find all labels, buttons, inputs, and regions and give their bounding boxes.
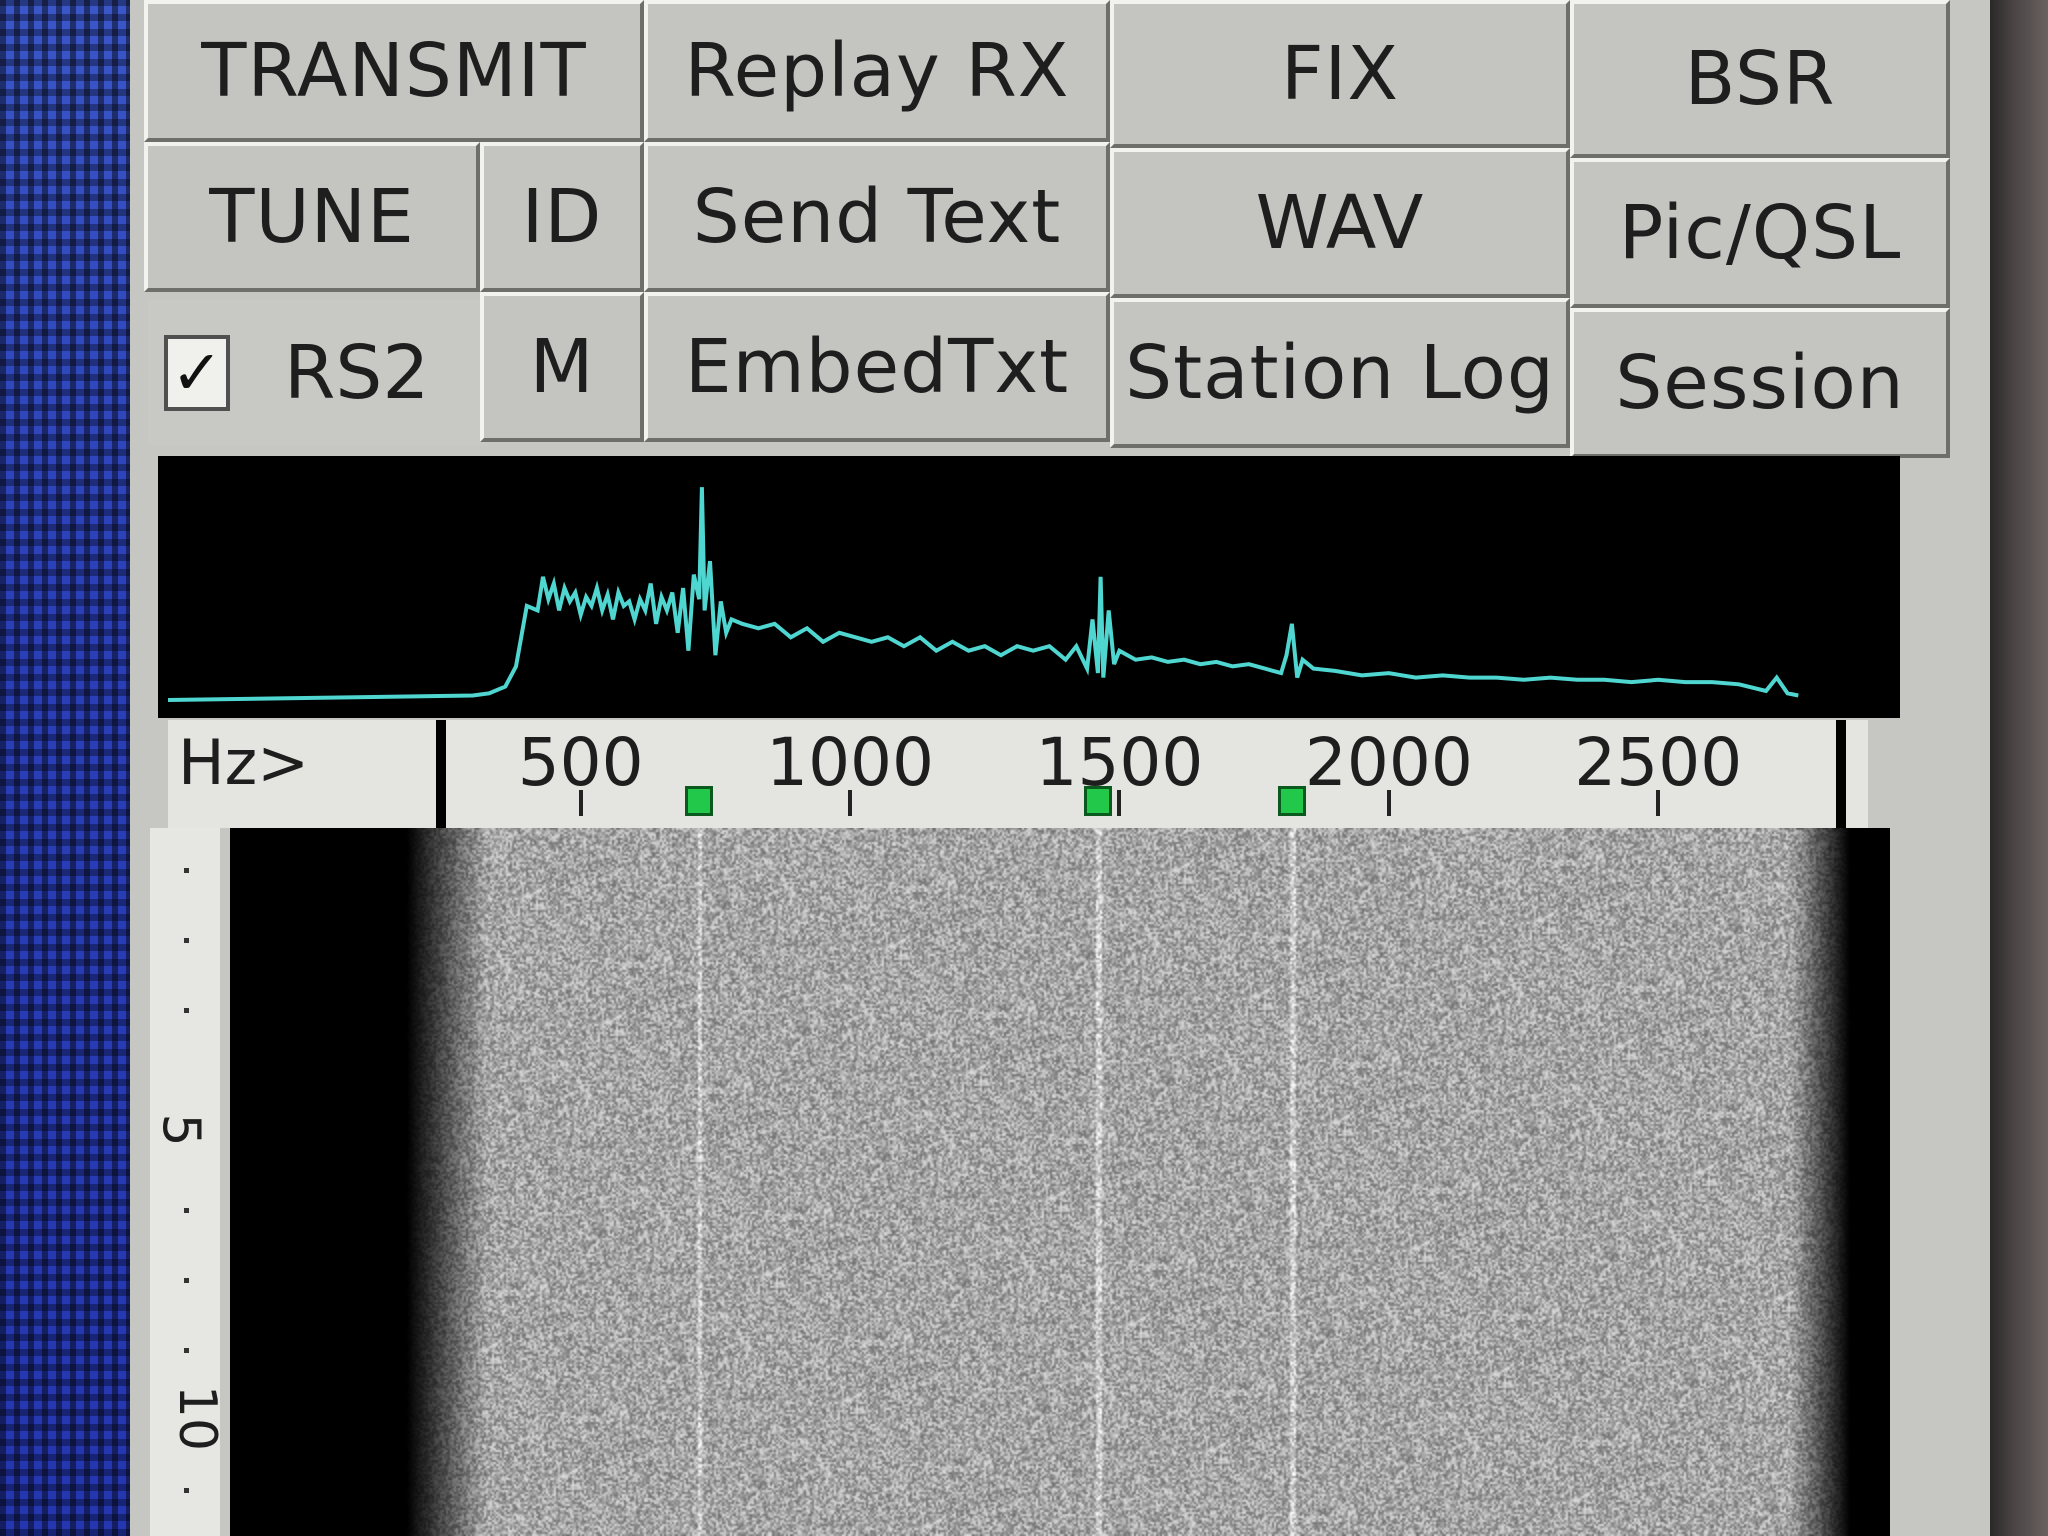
freq-tick (1386, 790, 1391, 816)
wav-button-label: WAV (1255, 180, 1425, 266)
replay-rx-button[interactable]: Replay RX (644, 0, 1110, 142)
freq-tick (848, 790, 853, 816)
check-icon: ✓ (171, 336, 223, 409)
time-tick (184, 1008, 189, 1013)
waterfall-display[interactable] (230, 828, 1890, 1536)
wav-button[interactable]: WAV (1110, 148, 1570, 298)
bsr-button-label: BSR (1684, 36, 1836, 122)
time-tick (184, 1488, 189, 1493)
freq-tick (1656, 790, 1661, 816)
time-tick (184, 1348, 189, 1353)
send-text-button[interactable]: Send Text (644, 142, 1110, 292)
station-log-button-label: Station Log (1125, 330, 1555, 416)
time-label-5: 5 (150, 1113, 211, 1147)
freq-tick (578, 790, 583, 816)
freq-tick (1117, 790, 1122, 816)
tone-marker[interactable] (1083, 786, 1112, 816)
send-text-button-label: Send Text (692, 174, 1062, 260)
scale-right-edge (1836, 720, 1846, 828)
m-button[interactable]: M (480, 292, 644, 442)
time-label-10: 10 (167, 1384, 228, 1452)
desktop-background (0, 0, 130, 1536)
m-button-label: M (529, 324, 595, 410)
spectrum-display[interactable] (158, 456, 1900, 718)
spectrum-trace (167, 487, 1799, 702)
transmit-button-label: TRANSMIT (201, 28, 587, 114)
tune-button-label: TUNE (209, 174, 415, 260)
frequency-scale[interactable]: Hz> 500 1000 1500 2000 2500 (168, 720, 1868, 828)
bsr-button[interactable]: BSR (1570, 0, 1950, 158)
time-axis: 5 10 (150, 828, 227, 1536)
tune-button[interactable]: TUNE (144, 142, 480, 292)
hz-unit-label: Hz> (178, 726, 310, 799)
station-log-button[interactable]: Station Log (1110, 298, 1570, 448)
embed-txt-button-label: EmbedTxt (684, 324, 1070, 410)
fix-button[interactable]: FIX (1110, 0, 1570, 148)
id-button-label: ID (521, 174, 603, 260)
rs2-checkbox-row[interactable]: ✓ RS2 (148, 300, 488, 446)
pic-qsl-button-label: Pic/QSL (1618, 190, 1902, 276)
replay-rx-button-label: Replay RX (684, 28, 1070, 114)
time-tick (184, 938, 189, 943)
time-tick (184, 1208, 189, 1213)
monitor-bezel (1990, 0, 2048, 1536)
pic-qsl-button[interactable]: Pic/QSL (1570, 158, 1950, 308)
session-button-label: Session (1615, 340, 1905, 426)
time-tick (184, 868, 189, 873)
rs2-checkbox[interactable]: ✓ (164, 335, 230, 411)
transmit-button[interactable]: TRANSMIT (144, 0, 644, 142)
time-tick (184, 1278, 189, 1283)
app-window: TRANSMIT Replay RX FIX BSR TUNE ID Send … (130, 0, 1990, 1536)
id-button[interactable]: ID (480, 142, 644, 292)
fix-button-label: FIX (1280, 31, 1400, 117)
rs2-label: RS2 (284, 330, 430, 416)
embed-txt-button[interactable]: EmbedTxt (644, 292, 1110, 442)
session-button[interactable]: Session (1570, 308, 1950, 458)
tone-marker[interactable] (685, 786, 714, 816)
scale-left-edge (436, 720, 446, 828)
tone-marker[interactable] (1277, 786, 1306, 816)
